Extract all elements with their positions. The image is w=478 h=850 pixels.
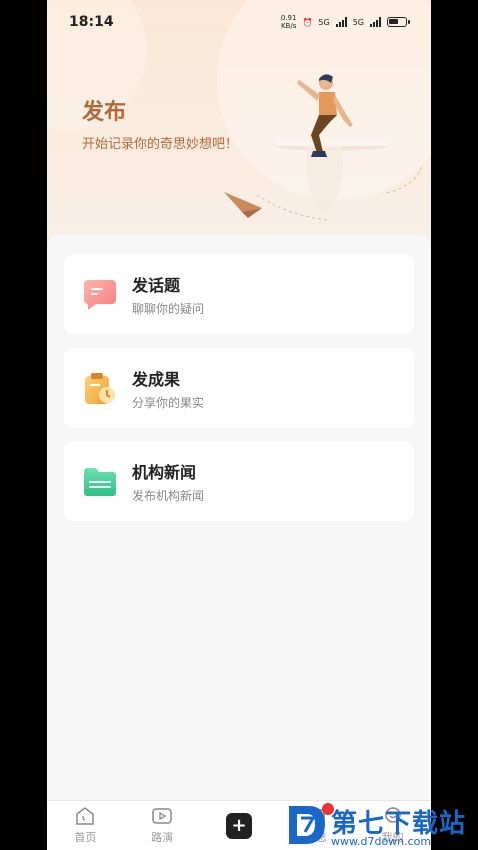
publish-options: 发话题 聊聊你的疑问 发成果 分享你的果实 机构新闻 发布机构新闻: [47, 235, 431, 800]
status-time: 18:14: [69, 14, 114, 30]
signal-icon: [335, 17, 347, 27]
video-icon: [152, 808, 172, 824]
tab-publish[interactable]: +: [209, 812, 269, 839]
card-description: 分享你的果实: [132, 395, 205, 410]
network-speed-unit: KB/s: [280, 22, 297, 30]
tab-label: 路演: [151, 831, 174, 844]
person-illustration: [256, 74, 423, 221]
battery-icon: [387, 17, 410, 27]
signal-label-1: 5G: [318, 17, 330, 27]
status-icons: 0.91 KB/s ⏰ 5G 5G: [281, 14, 410, 30]
watermark-logo: [289, 806, 325, 844]
watermark: 第七下载站 www.d7down.com: [283, 800, 478, 850]
app-screen: 18:14 0.91 KB/s ⏰ 5G 5G 发布 开始记录你的奇思妙想吧！: [47, 0, 431, 850]
home-icon: [76, 807, 95, 825]
card-description: 发布机构新闻: [132, 488, 205, 503]
card-description: 聊聊你的疑问: [132, 301, 205, 316]
signal-label-2: 5G: [352, 17, 364, 27]
publish-topic-card[interactable]: 发话题 聊聊你的疑问: [64, 254, 414, 334]
network-speed-value: 0.91: [280, 14, 297, 22]
plus-icon: +: [225, 812, 252, 839]
page-title: 发布: [82, 100, 127, 125]
publish-result-card[interactable]: 发成果 分享你的果实: [64, 348, 414, 428]
chat-bubble-icon: [82, 276, 118, 312]
tab-label: 首页: [74, 831, 97, 844]
card-text: 发成果 分享你的果实: [132, 366, 204, 411]
signal-icon: [370, 17, 381, 27]
clipboard-icon: [82, 370, 118, 406]
card-text: 机构新闻 发布机构新闻: [132, 459, 204, 504]
alarm-icon: ⏰: [302, 17, 313, 27]
card-title: 机构新闻: [132, 462, 197, 482]
tab-roadshow[interactable]: 路演: [132, 806, 192, 845]
tab-home[interactable]: 首页: [55, 806, 115, 845]
card-title: 发话题: [132, 275, 181, 295]
hero-banner: 18:14 0.91 KB/s ⏰ 5G 5G 发布 开始记录你的奇思妙想吧！: [47, 0, 431, 270]
watermark-url: www.d7down.com: [331, 835, 432, 848]
card-text: 发话题 聊聊你的疑问: [132, 272, 204, 317]
network-speed: 0.91 KB/s: [281, 14, 297, 30]
card-title: 发成果: [132, 369, 181, 389]
publish-news-card[interactable]: 机构新闻 发布机构新闻: [64, 441, 414, 521]
battery-fill: [389, 19, 398, 24]
folder-icon: [82, 463, 118, 499]
status-bar: 18:14 0.91 KB/s ⏰ 5G 5G: [47, 0, 431, 44]
paper-plane-icon: [224, 192, 262, 218]
page-subtitle: 开始记录你的奇思妙想吧！: [82, 137, 239, 152]
